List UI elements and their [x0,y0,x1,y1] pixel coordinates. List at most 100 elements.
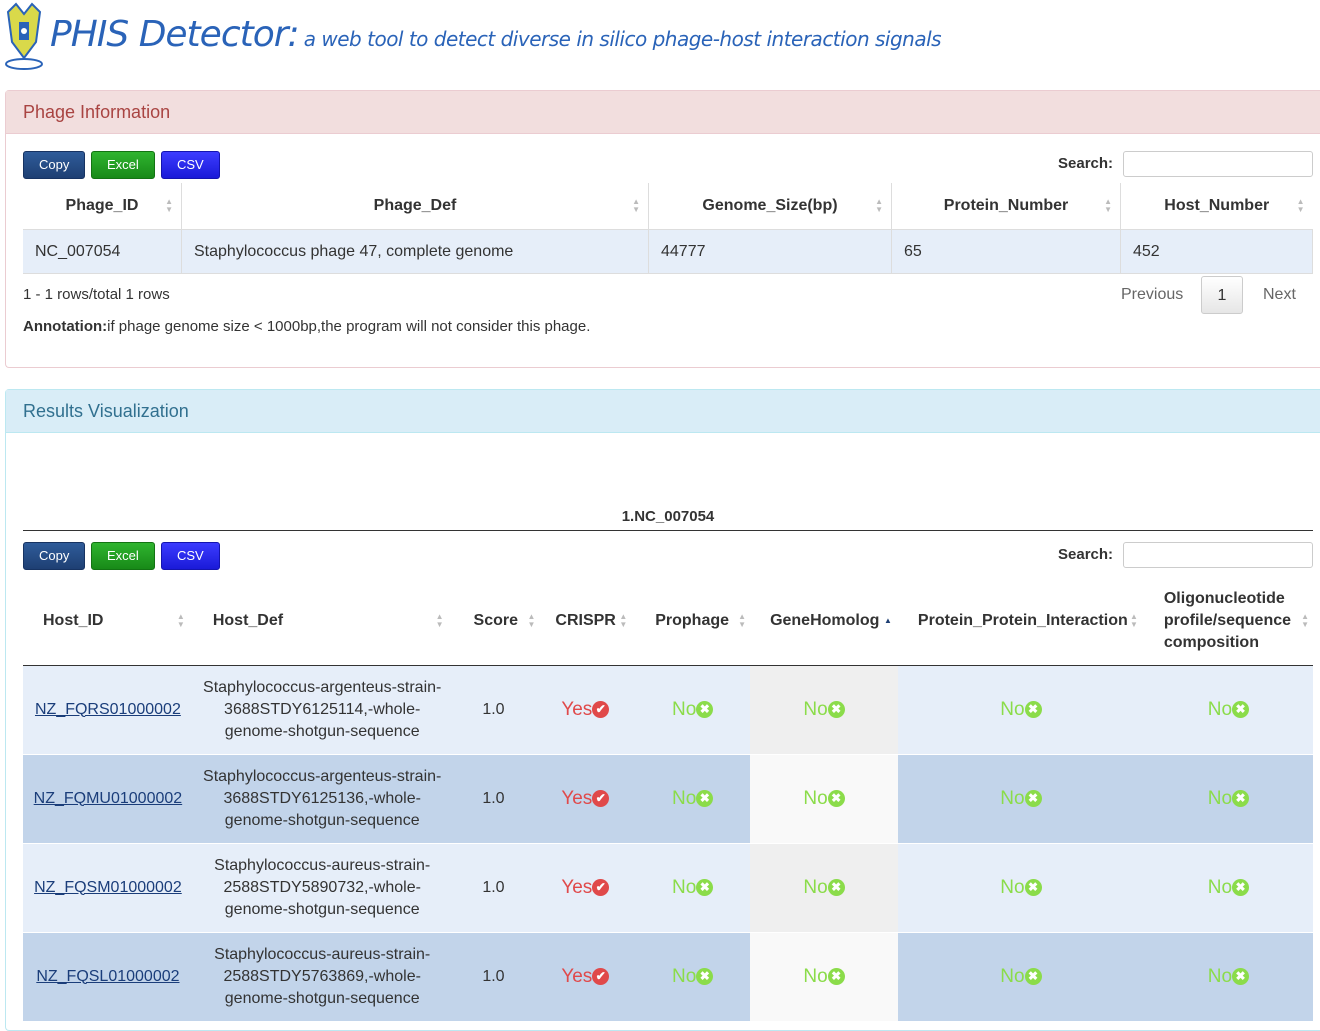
oligo-value: No [1207,698,1233,720]
annotation-text: if phage genome size < 1000bp,the progra… [107,318,591,335]
col-crispr[interactable]: CRISPR ▲ ▼ [535,577,636,666]
col-phage-def[interactable]: Phage_Def ▲ ▼ [181,183,649,230]
cell-genome-size: 44777 [648,229,892,274]
cell-genehomolog: No ✖ [750,932,898,1022]
col-genehomolog[interactable]: GeneHomolog ▲ [750,577,898,666]
ppi-value: No [1000,698,1025,720]
csv-button[interactable]: CSV [161,151,220,179]
annotation: Annotation:if phage genome size < 1000bp… [23,318,590,335]
phage-table: Phage_ID ▲ ▼ Phage_Def ▲ ▼ Genome_Size(bp) ▲ ▼… [23,183,1313,274]
copy-button[interactable]: Copy [23,542,86,570]
oligo-value: No [1207,787,1233,809]
genehomolog-value: No [803,876,828,898]
crispr-value: Yes [561,787,593,809]
col-protein-number[interactable]: Protein_Number ▲ ▼ [891,183,1121,230]
excel-button[interactable]: Excel [91,151,155,179]
col-score[interactable]: Score ▲ ▼ [451,577,536,666]
oligo-value: No [1207,876,1233,898]
results-table: Host_ID ▲ ▼ Host_Def ▲ ▼ Score ▲ ▼ CRISPR ▲ ▼ Pr… [23,577,1313,1022]
oligo-value: No [1207,965,1233,987]
col-protein-protein-interaction[interactable]: Protein_Protein_Interaction ▲ ▼ [897,577,1144,666]
cross-circle-icon: ✖ [1024,789,1042,807]
cross-circle-icon: ✖ [696,967,714,985]
sort-icon: ▲ ▼ [1104,197,1112,214]
phage-information-panel: Phage Information Copy Excel CSV Search:… [5,90,1320,368]
host-id-link[interactable]: NZ_FQSM01000002 [34,879,182,896]
cell-crispr: Yes ✔ [535,843,636,933]
host-id-link[interactable]: NZ_FQRS01000002 [35,701,181,718]
pager-page-1[interactable]: 1 [1201,276,1243,314]
sort-icon: ▲ ▼ [875,197,883,214]
app-subtitle: a web tool to detect diverse in silico p… [303,27,942,51]
copy-button[interactable]: Copy [23,151,86,179]
crispr-value: Yes [561,965,593,987]
cell-host-id: NZ_FQSL01000002 [23,932,193,1022]
cell-score: 1.0 [451,843,536,933]
host-id-link[interactable]: NZ_FQSL01000002 [36,968,179,985]
cell-genehomolog: No ✖ [750,665,898,755]
cell-phage-def: Staphylococcus phage 47, complete genome [181,229,649,274]
cell-oligo: No ✖ [1143,843,1313,933]
col-host-id[interactable]: Host_ID ▲ ▼ [23,577,193,666]
cross-circle-icon: ✖ [1024,878,1042,896]
pager-next[interactable]: Next [1263,286,1296,304]
genehomolog-value: No [803,698,828,720]
cell-host-def: Staphylococcus-argenteus-strain-3688STDY… [192,754,452,844]
crispr-value: Yes [561,876,593,898]
cross-circle-icon: ✖ [827,789,845,807]
col-oligonucleotide[interactable]: Oligonucleotide profile/sequence composi… [1143,577,1313,666]
sort-icon: ▲ ▼ [1301,611,1309,629]
search-input[interactable] [1123,151,1313,177]
cross-circle-icon: ✖ [827,700,845,718]
table-row: NZ_FQRS01000002 Staphylococcus-argenteus-… [23,665,1313,755]
col-host-number[interactable]: Host_Number ▲ ▼ [1120,183,1313,230]
cell-prophage: No ✖ [635,665,751,755]
sort-icon: ▲ ▼ [619,611,628,629]
cell-genehomolog: No ✖ [750,843,898,933]
cell-oligo: No ✖ [1143,932,1313,1022]
col-prophage[interactable]: Prophage ▲ ▼ [635,577,751,666]
col-host-def[interactable]: Host_Def ▲ ▼ [192,577,452,666]
cross-circle-icon: ✖ [1232,967,1250,985]
cross-circle-icon: ✖ [1232,789,1250,807]
cross-circle-icon: ✖ [827,878,845,896]
table-row: NZ_FQMU01000002 Staphylococcus-argenteus-… [23,754,1313,844]
cell-host-number: 452 [1120,229,1313,274]
cross-circle-icon: ✖ [696,878,714,896]
host-id-link[interactable]: NZ_FQMU01000002 [34,790,183,807]
check-circle-icon: ✔ [592,700,610,718]
csv-button[interactable]: CSV [161,542,220,570]
sort-icon: ▲ ▼ [435,611,444,629]
sort-icon: ▲ ▼ [527,611,536,629]
sort-icon: ▲ ▼ [1129,611,1138,629]
excel-button[interactable]: Excel [91,542,155,570]
cell-crispr: Yes ✔ [535,754,636,844]
sort-icon: ▲ ▼ [632,197,640,214]
rows-info: 1 - 1 rows/total 1 rows [23,286,170,303]
cell-score: 1.0 [451,665,536,755]
cell-score: 1.0 [451,754,536,844]
cross-circle-icon: ✖ [1024,700,1042,718]
table-row: NZ_FQSL01000002 Staphylococcus-aureus-str… [23,932,1313,1022]
cell-host-id: NZ_FQRS01000002 [23,665,193,755]
col-genome-size[interactable]: Genome_Size(bp) ▲ ▼ [648,183,892,230]
crispr-value: Yes [561,698,593,720]
prophage-value: No [672,876,697,898]
sort-icon: ▲ ▼ [738,611,747,629]
sort-icon: ▲ ▼ [176,611,185,629]
ppi-value: No [1000,876,1025,898]
pager-previous[interactable]: Previous [1121,286,1183,304]
cell-oligo: No ✖ [1143,754,1313,844]
sort-icon: ▲ ▼ [165,197,173,214]
col-phage-id[interactable]: Phage_ID ▲ ▼ [23,183,182,230]
cell-prophage: No ✖ [635,754,751,844]
cell-prophage: No ✖ [635,843,751,933]
cell-prophage: No ✖ [635,932,751,1022]
table-row: NC_007054 Staphylococcus phage 47, compl… [23,229,1313,274]
cell-host-def: Staphylococcus-argenteus-strain-3688STDY… [192,665,452,755]
genehomolog-value: No [803,965,828,987]
cross-circle-icon: ✖ [1232,878,1250,896]
check-circle-icon: ✔ [592,967,610,985]
search-input[interactable] [1123,542,1313,568]
results-visualization-panel: Results Visualization 1.NC_007054 Copy E… [5,389,1320,1031]
